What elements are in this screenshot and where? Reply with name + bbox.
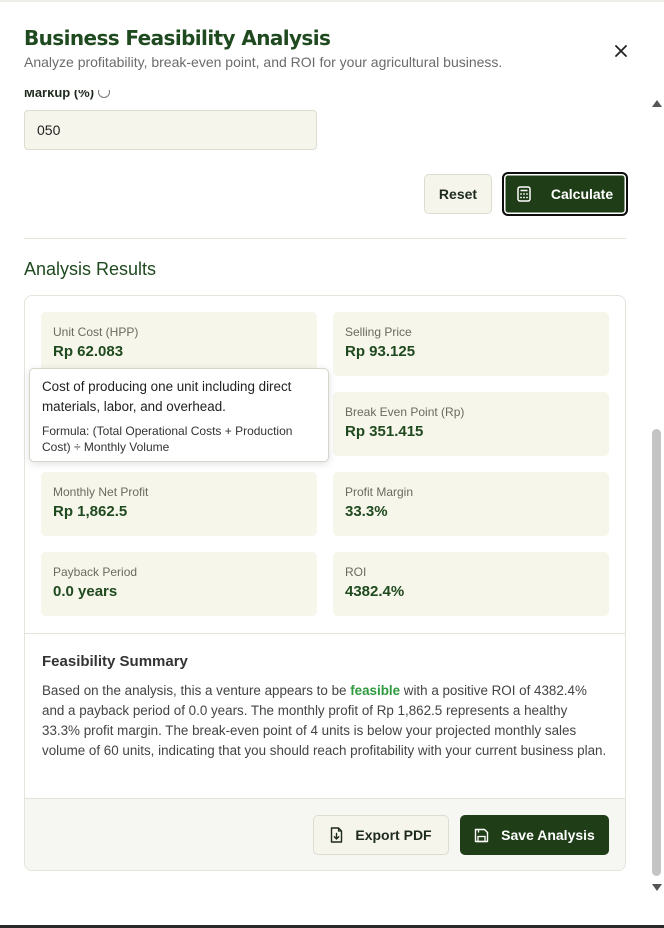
export-pdf-button[interactable]: Export PDF — [313, 815, 449, 855]
metric-value: Rp 351.415 — [345, 423, 424, 440]
metric-value: Rp 93.125 — [345, 343, 416, 360]
metric-selling-price[interactable]: Selling Price Rp 93.125 — [333, 312, 609, 376]
tooltip-formula: Formula: (Total Operational Costs + Prod… — [42, 424, 293, 454]
summary-title: Feasibility Summary — [42, 653, 188, 670]
dialog-subtitle: Analyze profitability, break-even point,… — [24, 54, 503, 70]
reset-button[interactable]: Reset — [424, 174, 492, 214]
close-icon — [615, 45, 627, 57]
feasibility-summary: Feasibility Summary Based on the analysi… — [25, 633, 625, 798]
close-button[interactable] — [610, 40, 632, 62]
metric-label: Monthly Net Profit — [53, 485, 149, 499]
metric-value: Rp 1,862.5 — [53, 503, 128, 520]
top-border — [0, 0, 664, 2]
vertical-scrollbar[interactable] — [650, 96, 664, 896]
metric-label: Unit Cost (HPP) — [53, 325, 139, 339]
save-icon — [474, 828, 489, 842]
metric-label: Profit Margin — [345, 485, 414, 499]
metric-monthly-net-profit[interactable]: Monthly Net Profit Rp 1,862.5 — [41, 472, 317, 536]
unit-cost-tooltip: Cost of producing one unit including dir… — [29, 368, 329, 462]
metric-label: ROI — [345, 565, 367, 579]
scroll-down-arrow-icon[interactable] — [652, 884, 662, 891]
results-footer: Export PDF Save Analysis — [25, 798, 625, 870]
info-icon[interactable] — [98, 90, 111, 98]
summary-text: Based on the analysis, this a venture ap… — [42, 681, 608, 761]
summary-text-start: Based on the analysis, this a venture ap… — [42, 683, 351, 698]
metric-label: Break Even Point (Rp) — [345, 405, 465, 419]
calculate-label: Calculate — [550, 186, 614, 202]
dialog-title: Business Feasibility Analysis — [24, 26, 331, 50]
metric-label: Payback Period — [53, 565, 138, 579]
metric-value: Rp 62.083 — [53, 343, 124, 360]
file-download-icon — [331, 827, 343, 843]
save-analysis-label: Save Analysis — [501, 827, 595, 843]
tooltip-description: Cost of producing one unit including dir… — [42, 379, 292, 414]
dialog-body[interactable]: Markup (%) Reset Calculate Analysis Resu… — [0, 90, 650, 925]
dialog-header: Business Feasibility Analysis Analyze pr… — [24, 26, 624, 70]
calculator-icon — [517, 186, 531, 202]
metric-break-even[interactable]: Break Even Point (Rp) Rp 351.415 — [333, 392, 609, 456]
export-pdf-label: Export PDF — [355, 827, 432, 843]
metric-payback-period[interactable]: Payback Period 0.0 years — [41, 552, 317, 616]
metric-value: 0.0 years — [53, 583, 118, 600]
metric-profit-margin[interactable]: Profit Margin 33.3% — [333, 472, 609, 536]
scroll-thumb[interactable] — [652, 429, 661, 876]
metric-label: Selling Price — [345, 325, 412, 339]
feasibility-dialog: Business Feasibility Analysis Analyze pr… — [0, 0, 664, 928]
metric-value: 4382.4% — [345, 583, 405, 600]
feasible-highlight: feasible — [350, 683, 401, 698]
results-heading: Analysis Results — [24, 259, 157, 279]
metric-value: 33.3% — [345, 503, 388, 520]
metric-unit-cost[interactable]: Unit Cost (HPP) Rp 62.083 — [41, 312, 317, 376]
calculate-button[interactable]: Calculate — [502, 172, 628, 216]
markup-label: Markup (%) — [24, 90, 111, 100]
markup-input[interactable] — [24, 110, 317, 150]
divider — [24, 238, 626, 239]
save-analysis-button[interactable]: Save Analysis — [460, 815, 609, 855]
metric-roi[interactable]: ROI 4382.4% — [333, 552, 609, 616]
scroll-up-arrow-icon[interactable] — [652, 100, 662, 107]
